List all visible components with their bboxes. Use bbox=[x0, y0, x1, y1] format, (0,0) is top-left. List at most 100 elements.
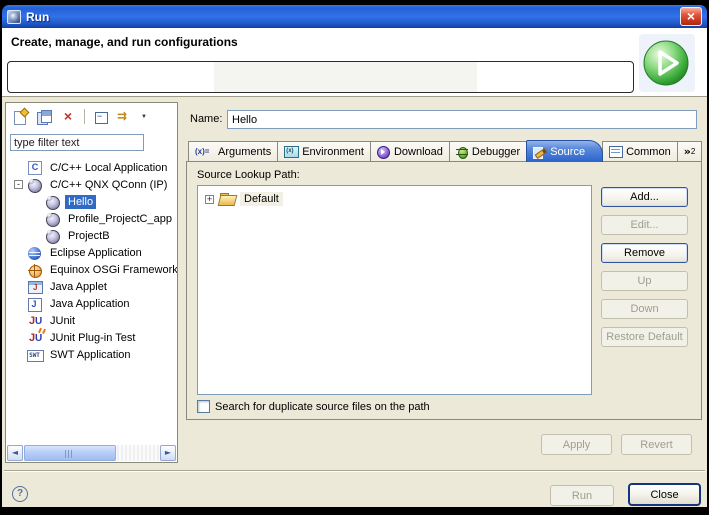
source-tab-icon bbox=[533, 146, 546, 158]
junit-icon bbox=[27, 313, 43, 329]
scroll-left-arrow-icon[interactable] bbox=[7, 445, 23, 461]
close-window-button[interactable] bbox=[680, 7, 702, 26]
up-button[interactable]: Up bbox=[601, 271, 688, 291]
source-lookup-list[interactable]: + Default bbox=[197, 185, 592, 395]
configurations-panel: C/C++ Local Application - C/C++ QNX QCon… bbox=[5, 102, 178, 463]
name-input[interactable] bbox=[227, 110, 697, 129]
tree-item-projectb[interactable]: ProjectB bbox=[6, 227, 177, 244]
tab-arguments[interactable]: Arguments bbox=[188, 141, 278, 162]
scrollbar-thumb[interactable] bbox=[24, 445, 116, 461]
tree-item-label: Equinox OSGi Framework bbox=[47, 263, 177, 277]
tree-item-label: JUnit bbox=[47, 314, 78, 328]
collapse-all-icon[interactable] bbox=[93, 109, 109, 125]
tab-label: Debugger bbox=[472, 146, 520, 158]
default-lookup-item[interactable]: + Default bbox=[198, 186, 591, 206]
environment-tab-icon bbox=[284, 146, 298, 157]
tab-overflow-chevrons-icon: » bbox=[684, 145, 691, 158]
restore-default-button[interactable]: Restore Default bbox=[601, 327, 688, 347]
tab-label: Environment bbox=[302, 146, 364, 158]
dialog-body: C/C++ Local Application - C/C++ QNX QCon… bbox=[2, 97, 707, 507]
tab-label: Common bbox=[626, 146, 671, 158]
tab-source[interactable]: Source bbox=[526, 140, 603, 162]
filter-configurations-icon[interactable] bbox=[117, 109, 133, 125]
tab-label: Arguments bbox=[218, 146, 271, 158]
qnx-qconn-icon bbox=[45, 194, 61, 210]
tab-common[interactable]: Common bbox=[602, 141, 678, 162]
tree-item-label: Java Application bbox=[47, 297, 133, 311]
add-button[interactable]: Add... bbox=[601, 187, 688, 207]
toolbar-separator bbox=[84, 109, 85, 124]
scroll-right-arrow-icon[interactable] bbox=[160, 445, 176, 461]
tree-item-qnx-qconn[interactable]: - C/C++ QNX QConn (IP) bbox=[6, 176, 177, 193]
tree-item-equinox-osgi[interactable]: Equinox OSGi Framework bbox=[6, 261, 177, 278]
tree-item-label: Eclipse Application bbox=[47, 246, 145, 260]
revert-button[interactable]: Revert bbox=[621, 434, 692, 455]
junit-plugin-icon bbox=[27, 330, 43, 346]
qnx-qconn-icon bbox=[45, 211, 61, 227]
tree-item-label: C/C++ QNX QConn (IP) bbox=[47, 178, 170, 192]
lookup-item-label: Default bbox=[240, 192, 283, 206]
new-configuration-icon[interactable] bbox=[12, 109, 28, 125]
source-lookup-path-label: Source Lookup Path: bbox=[197, 169, 300, 181]
close-button[interactable]: Close bbox=[628, 483, 701, 506]
run-button[interactable]: Run bbox=[550, 485, 614, 506]
tree-item-swt-application[interactable]: SWT Application bbox=[6, 346, 177, 363]
arguments-tab-icon bbox=[195, 147, 214, 157]
name-label: Name: bbox=[190, 113, 222, 125]
tab-label: Source bbox=[550, 146, 585, 158]
duplicate-sources-label: Search for duplicate source files on the… bbox=[215, 401, 430, 413]
collapse-expander-icon[interactable]: - bbox=[14, 180, 23, 189]
tab-environment[interactable]: Environment bbox=[277, 141, 371, 162]
configurations-tree: C/C++ Local Application - C/C++ QNX QCon… bbox=[6, 159, 177, 444]
title-bar[interactable]: Run bbox=[2, 5, 707, 28]
tree-item-java-application[interactable]: Java Application bbox=[6, 295, 177, 312]
tree-item-profile-projectc[interactable]: Profile_ProjectC_app bbox=[6, 210, 177, 227]
help-icon[interactable]: ? bbox=[12, 486, 28, 502]
debugger-tab-icon bbox=[456, 146, 468, 158]
remove-button[interactable]: Remove bbox=[601, 243, 688, 263]
message-area-shade bbox=[214, 62, 477, 92]
tree-item-junit-plugin-test[interactable]: JUnit Plug-in Test bbox=[6, 329, 177, 346]
tree-item-eclipse-application[interactable]: Eclipse Application bbox=[6, 244, 177, 261]
run-dialog: { "window": { "title": "Run", "icon": "e… bbox=[0, 0, 709, 515]
download-tab-icon bbox=[377, 146, 390, 158]
tree-item-label: SWT Application bbox=[47, 348, 134, 362]
tab-overflow-count: 2 bbox=[691, 147, 695, 156]
java-application-icon bbox=[27, 296, 43, 312]
tab-download[interactable]: Download bbox=[370, 141, 450, 162]
tree-item-label: Java Applet bbox=[47, 280, 110, 294]
horizontal-scrollbar[interactable] bbox=[7, 445, 176, 461]
eclipse-application-icon bbox=[27, 245, 43, 261]
filter-input[interactable] bbox=[10, 134, 144, 151]
tree-item-junit[interactable]: JUnit bbox=[6, 312, 177, 329]
duplicate-sources-checkbox[interactable] bbox=[197, 400, 210, 413]
tab-debugger[interactable]: Debugger bbox=[449, 141, 527, 162]
down-button[interactable]: Down bbox=[601, 299, 688, 319]
view-menu-dropdown-icon[interactable] bbox=[141, 109, 149, 125]
tree-item-hello[interactable]: Hello bbox=[6, 193, 177, 210]
tree-item-java-applet[interactable]: Java Applet bbox=[6, 278, 177, 295]
duplicate-sources-row: Search for duplicate source files on the… bbox=[197, 400, 430, 413]
tree-item-label: Hello bbox=[65, 195, 96, 209]
edit-button[interactable]: Edit... bbox=[601, 215, 688, 235]
lookup-buttons-column: Add... Edit... Remove Up Down Restore De… bbox=[601, 187, 689, 355]
app-icon bbox=[7, 10, 21, 24]
java-applet-icon bbox=[27, 279, 43, 295]
tab-overflow[interactable]: »2 bbox=[677, 141, 703, 162]
source-tab-content: Source Lookup Path: + Default Add... Edi… bbox=[186, 161, 702, 420]
apply-button[interactable]: Apply bbox=[541, 434, 612, 455]
qnx-qconn-icon bbox=[27, 177, 43, 193]
tree-item-label: C/C++ Local Application bbox=[47, 161, 170, 175]
qnx-qconn-icon bbox=[45, 228, 61, 244]
tree-item-cpp-local[interactable]: C/C++ Local Application bbox=[6, 159, 177, 176]
tab-label: Download bbox=[394, 146, 443, 158]
duplicate-configuration-icon[interactable] bbox=[36, 109, 52, 125]
common-tab-icon bbox=[609, 146, 622, 157]
window-title: Run bbox=[26, 10, 49, 24]
message-area bbox=[7, 61, 634, 93]
delete-configuration-icon[interactable] bbox=[60, 109, 76, 125]
dialog-header-title: Create, manage, and run configurations bbox=[11, 35, 238, 49]
c-application-icon bbox=[27, 160, 43, 176]
expand-expander-icon[interactable]: + bbox=[205, 195, 214, 204]
tree-item-label: JUnit Plug-in Test bbox=[47, 331, 138, 345]
